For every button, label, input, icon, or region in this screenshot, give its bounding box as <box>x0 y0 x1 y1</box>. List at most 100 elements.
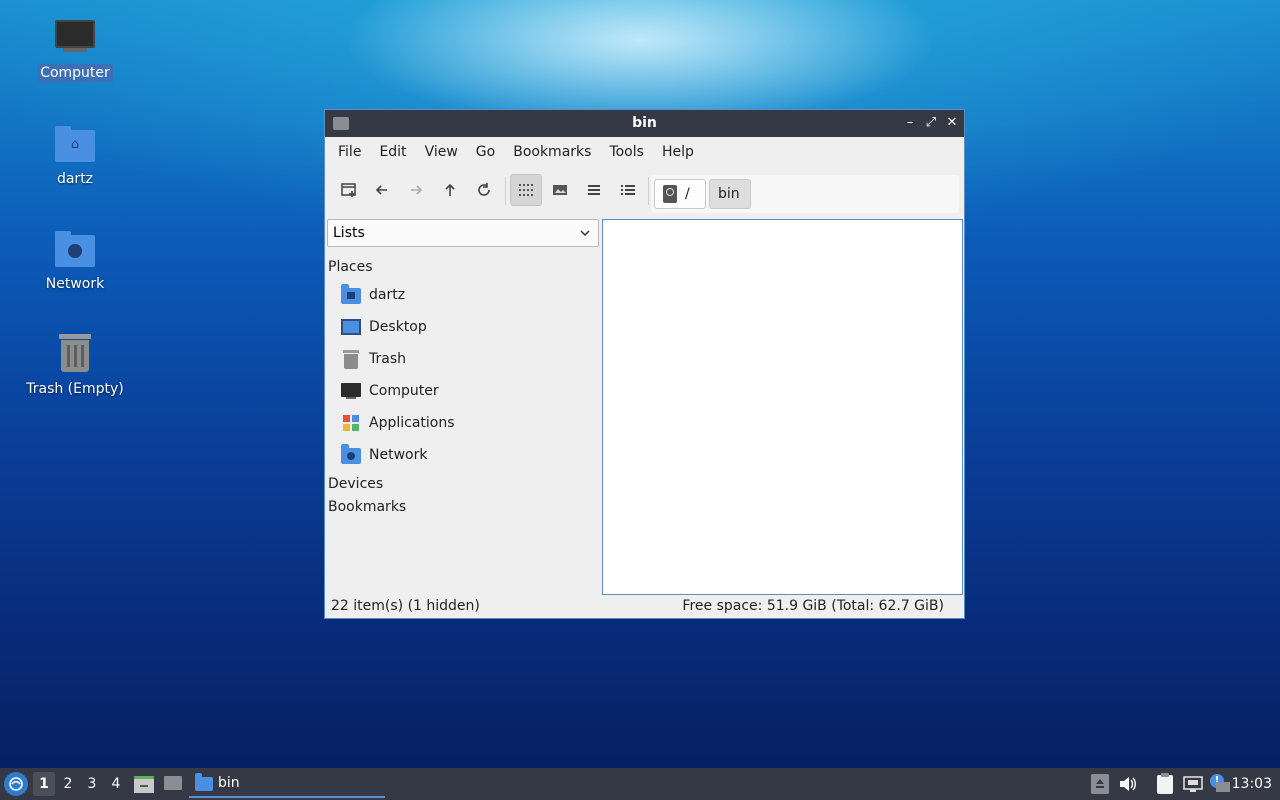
devices-header[interactable]: Devices <box>328 473 599 496</box>
speaker-icon <box>1120 777 1136 791</box>
desktop-icon-label: Network <box>45 276 105 292</box>
thumbnail-view-button[interactable] <box>545 175 575 205</box>
path-root-button[interactable]: / <box>654 179 706 209</box>
chevron-down-icon <box>580 230 590 237</box>
desktop-icon-trash[interactable]: Trash (Empty) <box>20 332 130 398</box>
compact-view-button[interactable] <box>579 175 609 205</box>
detailed-view-button[interactable] <box>613 175 643 205</box>
workspace-3-button[interactable]: 3 <box>81 772 103 796</box>
desktop-icon <box>164 776 182 790</box>
arrow-left-icon <box>375 185 387 195</box>
menu-bookmarks[interactable]: Bookmarks <box>504 144 600 160</box>
desktop-icon-dartz[interactable]: ⌂ dartz <box>20 122 130 188</box>
workspace-4-button[interactable]: 4 <box>105 772 127 796</box>
menu-edit[interactable]: Edit <box>370 144 415 160</box>
menu-file[interactable]: File <box>329 144 370 160</box>
menu-go[interactable]: Go <box>467 144 504 160</box>
place-item-network[interactable]: Network <box>327 439 599 471</box>
list-detail-icon <box>621 185 635 195</box>
menu-help[interactable]: Help <box>653 144 703 160</box>
volume-button[interactable] <box>1118 775 1138 793</box>
toolbar: / bin <box>325 167 964 213</box>
desktop-icon-computer[interactable]: Computer <box>20 16 130 82</box>
desktop-icon-label: dartz <box>56 171 94 187</box>
network-status-button[interactable] <box>1182 774 1204 794</box>
menu-view[interactable]: View <box>416 144 467 160</box>
applications-icon <box>341 413 361 433</box>
place-item-label: Applications <box>369 415 455 431</box>
path-current-button[interactable]: bin <box>709 179 751 209</box>
path-current-label: bin <box>718 186 740 202</box>
lubuntu-logo-icon <box>9 777 23 791</box>
network-folder-icon <box>53 227 97 271</box>
home-folder-icon: ⌂ <box>53 122 97 166</box>
place-item-home[interactable]: dartz <box>327 279 599 311</box>
places-header[interactable]: Places <box>328 259 599 279</box>
computer-icon <box>341 381 361 401</box>
item-count-status: 22 item(s) (1 hidden) <box>331 598 480 614</box>
computer-icon <box>53 16 97 60</box>
new-tab-button[interactable] <box>334 175 364 205</box>
file-list-area[interactable] <box>602 219 963 595</box>
side-pane-mode-value: Lists <box>333 225 365 241</box>
forward-button[interactable] <box>401 175 431 205</box>
reload-button[interactable] <box>469 175 499 205</box>
place-item-label: Computer <box>369 383 439 399</box>
workspace-2-button[interactable]: 2 <box>57 772 79 796</box>
file-manager-window: bin – ⤢ ✕ File Edit View Go Bookmarks To… <box>324 109 965 619</box>
side-pane-mode-select[interactable]: Lists <box>327 219 599 247</box>
trash-icon <box>341 349 361 369</box>
network-folder-icon <box>341 444 361 465</box>
side-pane: Lists Places dartz Desktop Trash Compute… <box>327 219 599 519</box>
eject-button[interactable] <box>1091 774 1109 794</box>
taskbar-window-label: bin <box>218 775 240 791</box>
taskbar-window-bin[interactable]: bin <box>189 770 385 798</box>
place-item-applications[interactable]: Applications <box>327 407 599 439</box>
taskbar: 1 2 3 4 bin ! 13:03 <box>0 768 1280 800</box>
place-item-desktop[interactable]: Desktop <box>327 311 599 343</box>
clipboard-button[interactable] <box>1155 773 1175 795</box>
minimize-button[interactable]: – <box>901 114 919 132</box>
start-menu-button[interactable] <box>4 772 28 796</box>
toolbar-separator <box>505 177 506 205</box>
window-title: bin <box>632 115 657 131</box>
icon-view-button[interactable] <box>510 174 542 206</box>
desktop-icon-network[interactable]: Network <box>20 227 130 293</box>
menubar: File Edit View Go Bookmarks Tools Help <box>325 137 964 167</box>
desktop-icon-label: Trash (Empty) <box>26 381 124 397</box>
trash-icon <box>53 332 97 376</box>
menu-tools[interactable]: Tools <box>600 144 653 160</box>
grid-icon <box>519 184 533 196</box>
free-space-status: Free space: 51.9 GiB (Total: 62.7 GiB) <box>682 598 944 614</box>
clock[interactable]: 13:03 <box>1232 776 1272 792</box>
eject-icon <box>1096 779 1104 788</box>
drive-icon <box>663 185 677 203</box>
back-button[interactable] <box>367 175 397 205</box>
reload-icon <box>478 183 490 196</box>
home-folder-icon <box>341 284 361 305</box>
maximize-button[interactable]: ⤢ <box>922 114 940 132</box>
path-bar: / bin <box>651 175 959 213</box>
desktop-icon-label: Computer <box>37 64 113 82</box>
place-item-label: dartz <box>369 287 406 303</box>
bookmarks-header[interactable]: Bookmarks <box>328 496 599 519</box>
list-compact-icon <box>588 185 600 195</box>
file-cabinet-icon <box>134 776 154 793</box>
up-button[interactable] <box>435 175 465 205</box>
show-desktop-button[interactable] <box>164 776 182 792</box>
toolbar-separator <box>648 177 649 205</box>
close-button[interactable]: ✕ <box>943 114 961 132</box>
window-titlebar[interactable]: bin – ⤢ ✕ <box>325 110 964 137</box>
status-bar: 22 item(s) (1 hidden) Free space: 51.9 G… <box>325 594 964 618</box>
new-tab-icon <box>341 183 356 197</box>
place-item-computer[interactable]: Computer <box>327 375 599 407</box>
update-notifier-button[interactable]: ! <box>1208 774 1230 794</box>
place-item-label: Trash <box>369 351 406 367</box>
workspace-1-button[interactable]: 1 <box>33 772 55 796</box>
desktop-icon <box>341 317 361 337</box>
file-manager-launcher[interactable] <box>134 774 154 794</box>
place-item-trash[interactable]: Trash <box>327 343 599 375</box>
arrow-right-icon <box>411 185 423 195</box>
image-icon <box>553 185 567 195</box>
clipboard-icon <box>1157 773 1173 794</box>
